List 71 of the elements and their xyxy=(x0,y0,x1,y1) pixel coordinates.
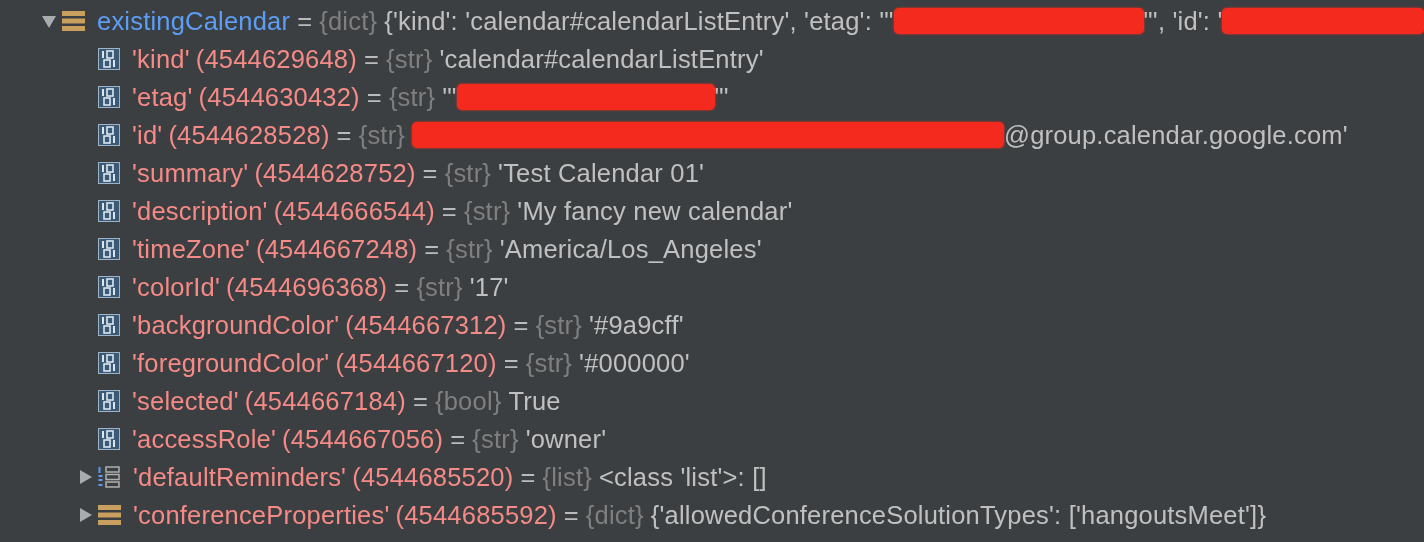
memory-address: (4544667056) xyxy=(281,424,444,454)
equals-sign: = xyxy=(363,44,379,74)
variable-name: 'kind' xyxy=(132,44,190,74)
equals-sign: = xyxy=(563,500,579,530)
equals-sign: = xyxy=(520,462,536,492)
equals-sign: = xyxy=(424,234,440,264)
memory-address: (4544685520) xyxy=(352,462,514,492)
type-label: {list} xyxy=(542,462,592,492)
type-label: {str} xyxy=(444,158,492,188)
variable-name: 'foregroundColor' xyxy=(132,348,330,378)
variable-name: 'defaultReminders' xyxy=(133,462,347,492)
value-text: "', 'id': ' xyxy=(1143,6,1223,36)
variable-name: 'summary' xyxy=(132,158,249,188)
value-text: 'Test Calendar 01' xyxy=(498,158,705,188)
value-text: '17' xyxy=(469,272,509,302)
memory-address: (4544630432) xyxy=(198,82,360,112)
type-label: {dict} xyxy=(585,500,644,530)
type-label: {str} xyxy=(463,196,511,226)
value-text: "' xyxy=(714,82,729,112)
value-text: 'calendar#calendarListEntry' xyxy=(439,44,764,74)
memory-address: (4544667184) xyxy=(244,386,406,416)
equals-sign: = xyxy=(441,196,457,226)
memory-address: (4544667248) xyxy=(256,234,418,264)
value-text: 'America/Los_Angeles' xyxy=(499,234,762,264)
value-text: True xyxy=(508,386,561,416)
memory-address: (4544628752) xyxy=(254,158,416,188)
equals-sign: = xyxy=(394,272,410,302)
variable-name: 'description' xyxy=(132,196,268,226)
value-text: {'allowedConferenceSolutionTypes': ['hangoutsMeet']} xyxy=(650,500,1267,530)
equals-sign: = xyxy=(336,120,352,150)
value-text: 'owner' xyxy=(525,424,607,454)
type-label: {str} xyxy=(446,234,493,264)
equals-sign: = xyxy=(412,386,428,416)
type-label: {bool} xyxy=(435,386,502,416)
type-label: {str} xyxy=(386,44,433,74)
equals-sign: = xyxy=(513,310,529,340)
type-label: {dict} xyxy=(319,6,378,36)
value-text: '#9a9cff' xyxy=(589,310,684,340)
type-label: {str} xyxy=(525,348,573,378)
memory-address: (4544667120) xyxy=(335,348,497,378)
variable-name: existingCalendar xyxy=(97,6,291,36)
type-label: {str} xyxy=(358,120,406,150)
type-label: {str} xyxy=(535,310,582,340)
equals-sign: = xyxy=(366,82,382,112)
type-label: {str} xyxy=(472,424,519,454)
value-text: 'My fancy new calendar' xyxy=(517,196,793,226)
memory-address: (4544666544) xyxy=(273,196,435,226)
variable-name: 'etag' xyxy=(132,82,193,112)
memory-address: (4544667312) xyxy=(345,310,507,340)
type-label: {str} xyxy=(416,272,463,302)
variable-name: 'id' xyxy=(132,120,163,150)
equals-sign: = xyxy=(297,6,313,36)
value-text: @group.calendar.google.com' xyxy=(1004,120,1348,150)
variable-name: 'accessRole' xyxy=(132,424,276,454)
memory-address: (4544696368) xyxy=(226,272,388,302)
variable-name: 'backgroundColor' xyxy=(132,310,340,340)
equals-sign: = xyxy=(422,158,438,188)
variable-name: 'timeZone' xyxy=(132,234,251,264)
type-label: {str} xyxy=(388,82,436,112)
value-text: '#000000' xyxy=(579,348,690,378)
value-text: '" xyxy=(442,82,457,112)
equals-sign: = xyxy=(503,348,519,378)
variable-name: 'selected' xyxy=(132,386,239,416)
memory-address: (4544685592) xyxy=(395,500,557,530)
memory-address: (4544629648) xyxy=(195,44,357,74)
memory-address: (4544628528) xyxy=(168,120,330,150)
variable-name: 'conferenceProperties' xyxy=(133,500,390,530)
variable-name: 'colorId' xyxy=(132,272,221,302)
value-text: {'kind': 'calendar#calendarListEntry', 'etag': '" xyxy=(384,6,894,36)
value-text: <class 'list'>: [] xyxy=(598,462,767,492)
equals-sign: = xyxy=(450,424,466,454)
